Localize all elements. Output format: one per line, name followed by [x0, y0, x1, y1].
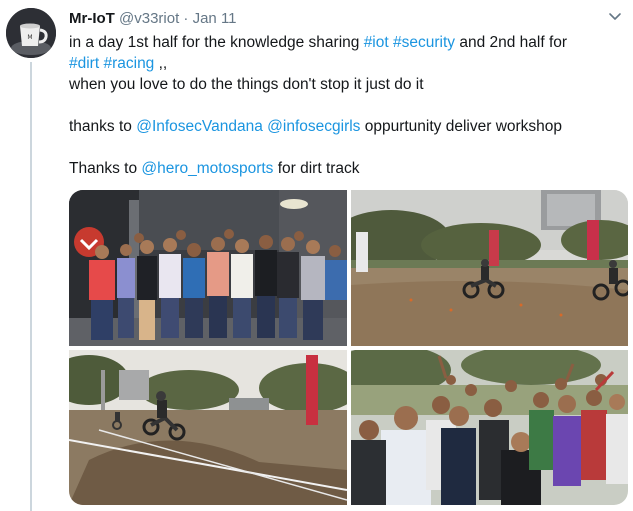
tweet-line-4: thanks to @InfosecVandana @infosecgirls … — [69, 116, 624, 137]
photo-group[interactable] — [69, 190, 347, 346]
author-display-name[interactable]: Mr-IoT — [69, 10, 115, 27]
tweet-line-5: Thanks to @hero_motosports for dirt trac… — [69, 158, 624, 179]
photo-dirt-track-jump[interactable] — [69, 350, 347, 505]
photo-dirt-track-riders[interactable] — [351, 190, 628, 346]
tweet-date[interactable]: Jan 11 — [193, 10, 237, 27]
tweet-text-segment: oppurtunity deliver workshop — [360, 118, 563, 135]
chevron-down-icon[interactable] — [607, 10, 623, 24]
author-handle[interactable]: @v33riot — [119, 10, 179, 27]
hashtag-dirt[interactable]: #dirt — [69, 55, 99, 72]
thread-line — [30, 62, 32, 511]
tweet: M Mr-IoT @v33riot · Jan 11 in a day 1st … — [0, 0, 633, 511]
mention-infosecgirls[interactable]: @infosecgirls — [267, 118, 360, 135]
tweet-text-segment: and 2nd half for — [455, 34, 568, 51]
mention-infosecvandana[interactable]: @InfosecVandana — [136, 118, 263, 135]
mention-hero-motosports[interactable]: @hero_motosports — [141, 160, 273, 177]
header-separator: · — [183, 10, 189, 27]
photo-crowd-selfie[interactable] — [351, 350, 628, 505]
tweet-line-3: when you love to do the things don't sto… — [69, 76, 424, 93]
tweet-text-segment: ,, — [154, 55, 168, 72]
tweet-text-segment: in a day 1st half for the knowledge shar… — [69, 34, 364, 51]
avatar[interactable]: M — [6, 8, 56, 58]
hashtag-security[interactable]: #security — [393, 34, 455, 51]
hashtag-racing[interactable]: #racing — [103, 55, 154, 72]
tweet-line-1: in a day 1st half for the knowledge shar… — [69, 32, 624, 53]
tweet-text: in a day 1st half for the knowledge shar… — [69, 32, 624, 179]
tweet-text-segment: for dirt track — [273, 160, 360, 177]
avatar-cup-icon: M — [6, 8, 56, 58]
media-grid — [69, 190, 628, 505]
hashtag-iot[interactable]: #iot — [364, 34, 389, 51]
svg-text:M: M — [27, 34, 32, 41]
tweet-header: Mr-IoT @v33riot · Jan 11 — [69, 9, 237, 29]
tweet-line-2: #dirt #racing ,, — [69, 53, 624, 74]
tweet-text-segment: Thanks to — [69, 160, 142, 177]
tweet-text-segment: thanks to — [69, 118, 137, 135]
